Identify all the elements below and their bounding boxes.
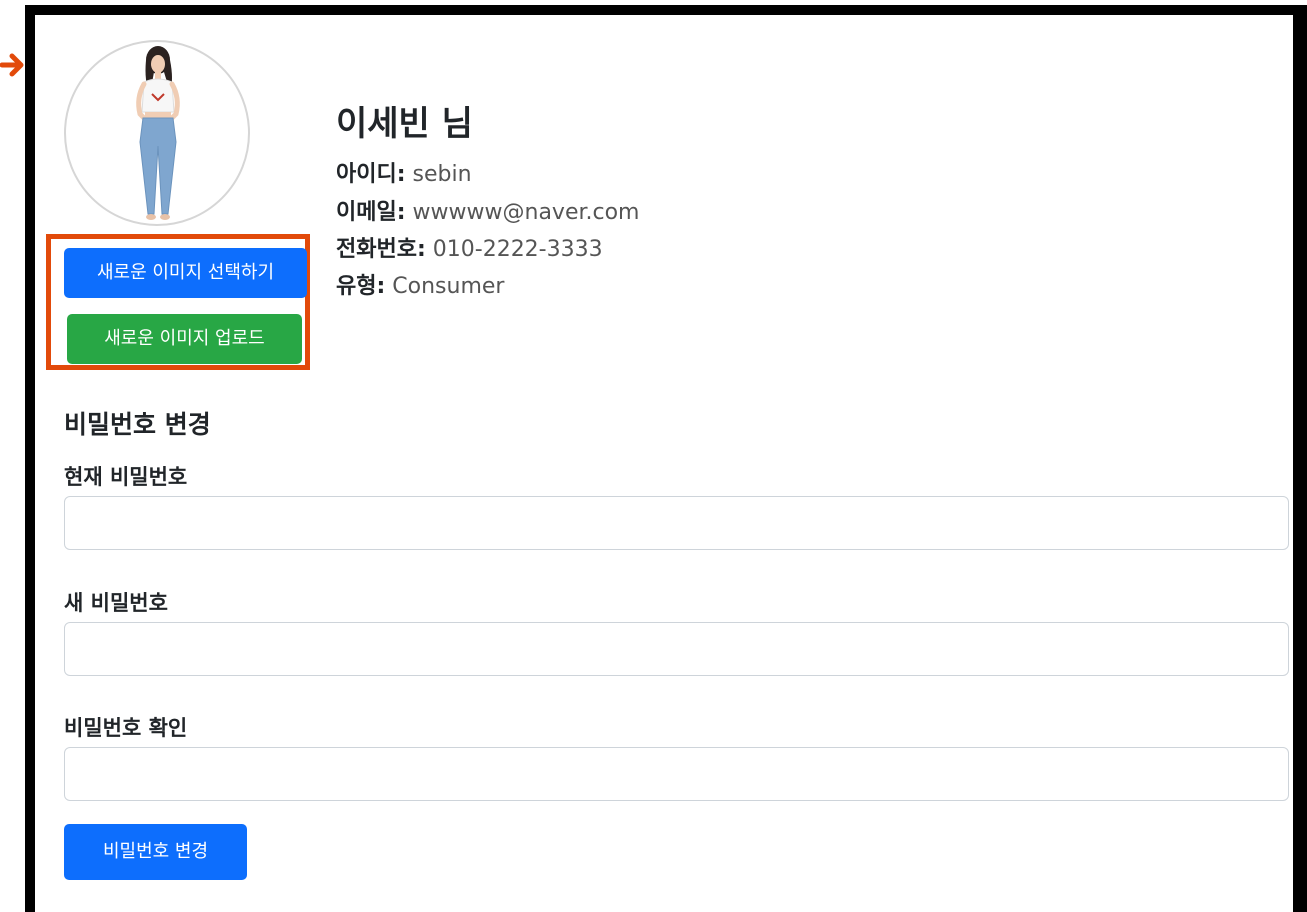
info-phone-value: 010-2222-3333 [432, 237, 603, 262]
info-type: 유형: Consumer [336, 268, 504, 300]
info-type-value: Consumer [392, 274, 505, 299]
info-phone: 전화번호: 010-2222-3333 [336, 231, 603, 263]
user-photo-icon [136, 46, 180, 220]
upload-new-image-button[interactable]: 새로운 이미지 업로드 [67, 314, 302, 364]
arrow-right-icon [0, 53, 24, 77]
confirm-password-input[interactable] [64, 747, 1289, 801]
info-userid-label: 아이디: [336, 162, 406, 187]
current-password-input[interactable] [64, 496, 1289, 550]
profile-name: 이세빈 님 [336, 104, 473, 144]
info-phone-label: 전화번호: [336, 237, 426, 262]
password-section-title: 비밀번호 변경 [64, 410, 211, 439]
info-type-label: 유형: [336, 274, 386, 299]
info-email-label: 이메일: [336, 200, 406, 225]
info-email: 이메일: wwwww@naver.com [336, 194, 639, 226]
current-password-label: 현재 비밀번호 [64, 465, 188, 489]
info-userid-value: sebin [412, 162, 472, 187]
new-password-input[interactable] [64, 622, 1289, 676]
info-email-value: wwwww@naver.com [412, 200, 640, 225]
avatar [64, 40, 250, 226]
select-new-image-button[interactable]: 새로운 이미지 선택하기 [64, 248, 307, 298]
confirm-password-label: 비밀번호 확인 [64, 716, 188, 740]
change-password-button[interactable]: 비밀번호 변경 [64, 824, 247, 880]
info-userid: 아이디: sebin [336, 156, 472, 188]
new-password-label: 새 비밀번호 [64, 591, 168, 615]
